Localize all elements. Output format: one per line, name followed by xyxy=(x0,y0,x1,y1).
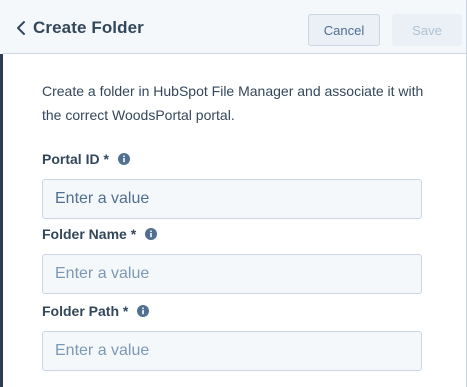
folder-path-label: Folder Path * xyxy=(42,303,129,319)
folder-path-input[interactable] xyxy=(42,331,422,371)
cancel-button[interactable]: Cancel xyxy=(308,14,380,46)
folder-name-field: Folder Name * xyxy=(42,225,422,294)
folder-name-input[interactable] xyxy=(42,254,422,294)
form-description: Create a folder in HubSpot File Manager … xyxy=(42,79,432,127)
chevron-left-icon[interactable] xyxy=(15,18,29,38)
panel-header: Create Folder Cancel Save xyxy=(3,0,466,54)
folder-path-field: Folder Path * xyxy=(42,302,422,371)
portal-id-input[interactable] xyxy=(42,179,422,219)
info-icon[interactable] xyxy=(117,153,130,165)
left-edge xyxy=(0,54,3,387)
portal-id-label-row: Portal ID * xyxy=(42,150,422,168)
portal-id-field: Portal ID * xyxy=(42,150,422,219)
folder-name-label: Folder Name * xyxy=(42,226,137,242)
description-text: Create a folder in HubSpot File Manager … xyxy=(42,83,424,123)
back-button[interactable]: Create Folder xyxy=(15,16,144,40)
create-folder-panel: Create Folder Cancel Save Create a folde… xyxy=(0,0,467,387)
info-icon[interactable] xyxy=(137,305,150,317)
save-button[interactable]: Save xyxy=(392,14,462,46)
folder-path-label-row: Folder Path * xyxy=(42,302,422,320)
folder-name-label-row: Folder Name * xyxy=(42,225,422,243)
info-icon[interactable] xyxy=(145,228,158,240)
portal-id-label: Portal ID * xyxy=(42,151,109,167)
page-title: Create Folder xyxy=(33,18,144,37)
